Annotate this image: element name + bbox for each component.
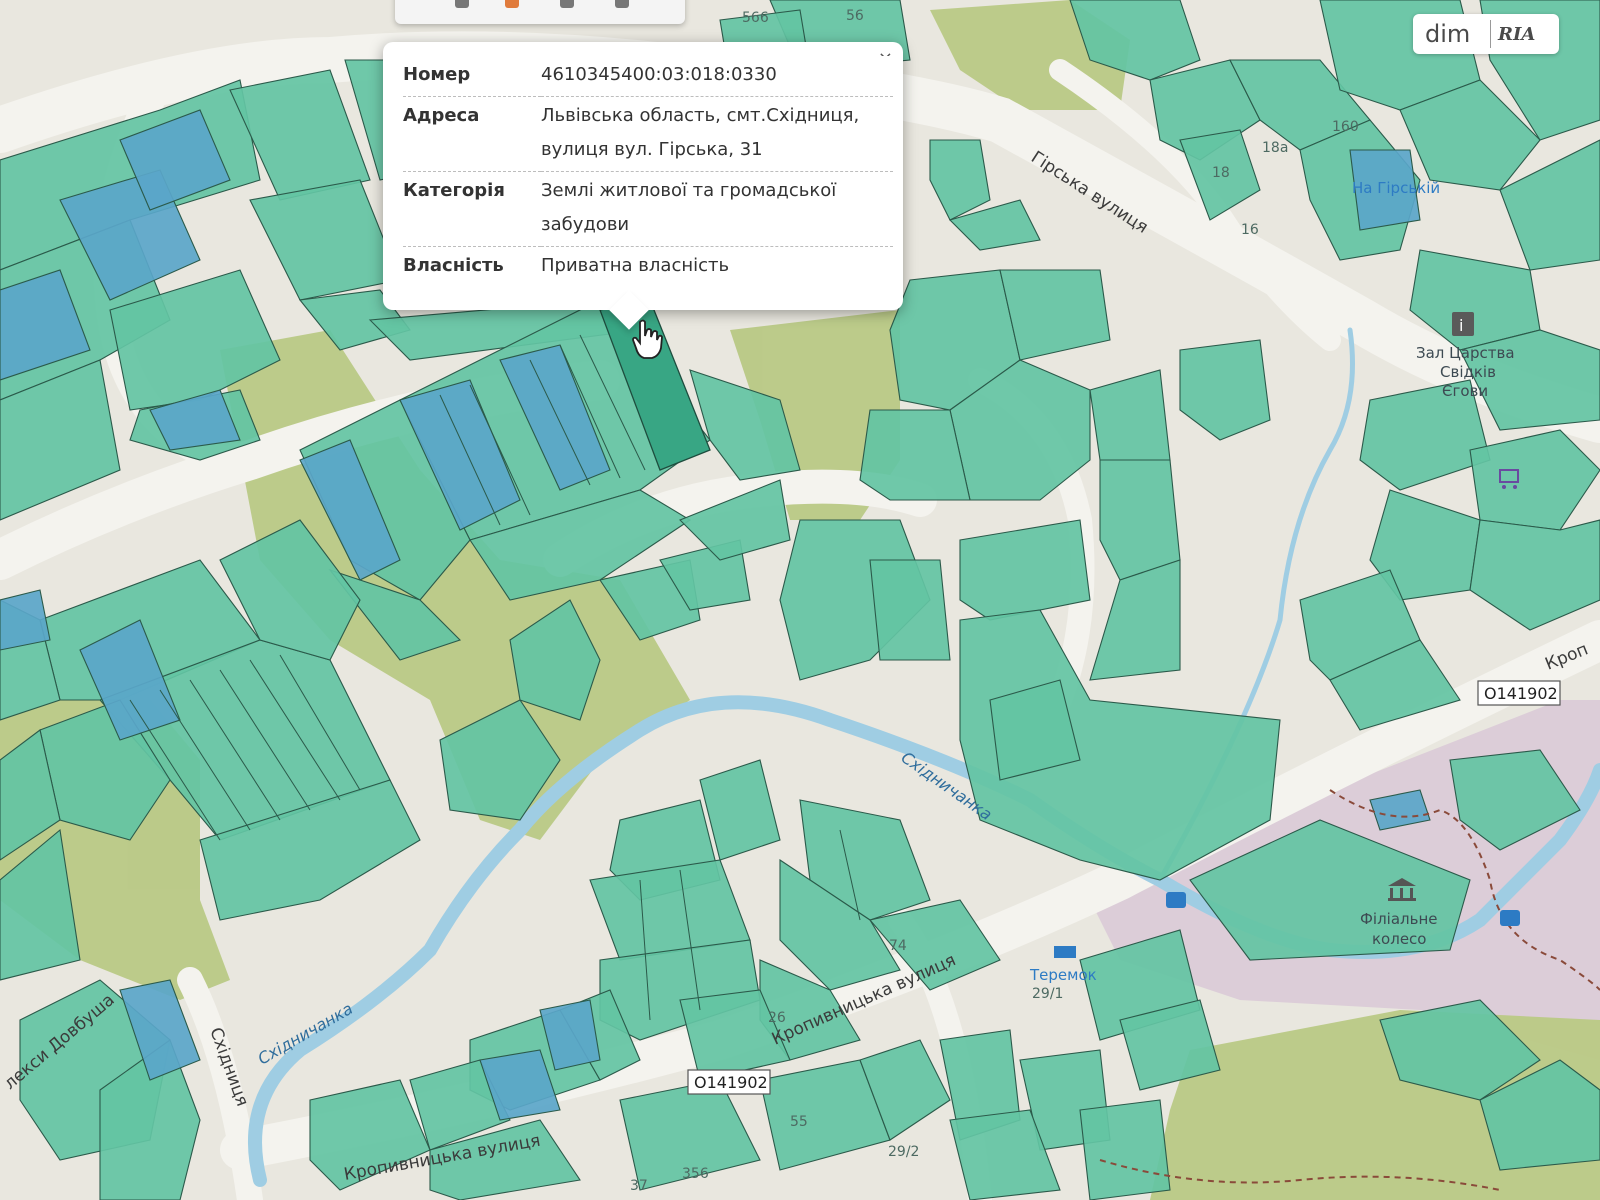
- toolbar-layer-icon[interactable]: [505, 0, 519, 8]
- map-toolbar[interactable]: [395, 0, 685, 24]
- watermark-left: dim: [1425, 20, 1471, 48]
- poi-filialne-line2: колесо: [1372, 930, 1426, 948]
- house-number: 26: [768, 1010, 786, 1026]
- house-number: 55: [790, 1114, 808, 1130]
- toolbar-print-icon[interactable]: [615, 0, 629, 8]
- house-number: 356: [682, 1166, 709, 1182]
- house-number: 566: [742, 10, 769, 26]
- hotel-icon: [1054, 946, 1076, 958]
- watermark-right: RIA: [1498, 24, 1536, 45]
- parcel-info-popup: × Номер 4610345400:03:018:0330 Адреса Ль…: [383, 42, 903, 330]
- poi-filialne-line1: Філіальне: [1360, 910, 1438, 928]
- toolbar-measure-icon[interactable]: [560, 0, 574, 8]
- house-number: 37: [630, 1178, 648, 1194]
- info-value: Приватна власність: [541, 255, 730, 276]
- info-value: Землі житлової та громадської забудови: [541, 171, 893, 247]
- info-key: Номер: [403, 56, 541, 97]
- svg-text:i: i: [1459, 316, 1463, 335]
- house-number: 29/1: [1032, 986, 1063, 1002]
- toolbar-tool-icon[interactable]: [455, 0, 469, 8]
- poi-hall-line2: Свідків: [1440, 363, 1496, 381]
- road-ref-2: O141902: [694, 1073, 768, 1092]
- info-row-ownership: Власність Приватна власність: [403, 247, 893, 288]
- house-number: 18: [1212, 165, 1230, 181]
- hand-cursor-icon: [630, 318, 664, 364]
- info-value: Львівська область, смт.Східниця, вулиця в…: [541, 96, 893, 172]
- house-number: 29/2: [888, 1144, 919, 1160]
- info-key: Власність: [403, 255, 504, 276]
- house-number: 74: [889, 938, 907, 954]
- info-row-address: Адреса Львівська область, смт.Східниця, в…: [403, 96, 893, 172]
- info-row-category: Категорія Землі житлової та громадської з…: [403, 171, 893, 247]
- road-ref-1: O141902: [1484, 684, 1558, 703]
- poi-hall-line1: Зал Царства: [1416, 344, 1515, 362]
- watermark-logo: dim RIA: [1413, 14, 1559, 54]
- house-number: 18а: [1262, 140, 1288, 156]
- watermark-divider: [1490, 20, 1491, 48]
- info-key: Категорія: [403, 171, 541, 247]
- waterfall-icon-1: [1166, 892, 1186, 908]
- info-value: 4610345400:03:018:0330: [541, 56, 893, 97]
- poi-teremok: Теремок: [1029, 966, 1097, 984]
- info-icon: i: [1452, 312, 1474, 336]
- info-key: Адреса: [403, 96, 541, 172]
- poi-na-girskii: На Гірській: [1352, 179, 1440, 197]
- house-number: 16: [1241, 222, 1259, 238]
- info-row-number: Номер 4610345400:03:018:0330: [403, 56, 893, 97]
- house-number: 160: [1332, 119, 1359, 135]
- house-number: 56: [846, 8, 864, 24]
- parcel-info-table: Номер 4610345400:03:018:0330 Адреса Льві…: [403, 56, 893, 287]
- waterfall-icon-2: [1500, 910, 1520, 926]
- poi-hall-line3: Єгови: [1442, 382, 1488, 400]
